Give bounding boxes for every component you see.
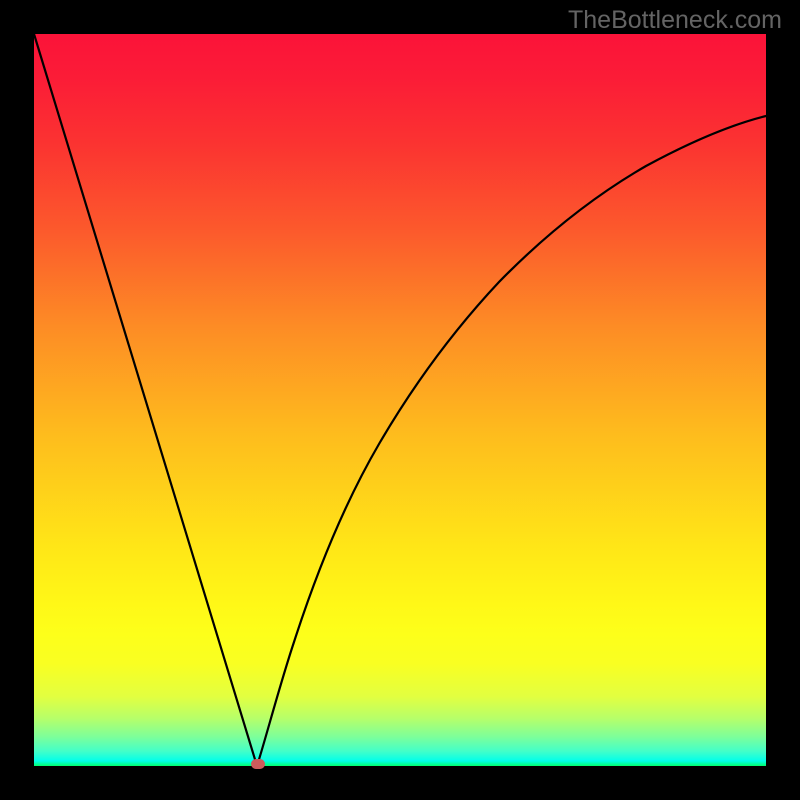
chart-container: TheBottleneck.com xyxy=(0,0,800,800)
bottleneck-left-branch xyxy=(34,34,257,766)
watermark-text: TheBottleneck.com xyxy=(568,6,782,35)
bottleneck-right-branch xyxy=(257,116,766,766)
optimum-marker xyxy=(251,759,265,769)
curve-layer xyxy=(34,34,766,766)
